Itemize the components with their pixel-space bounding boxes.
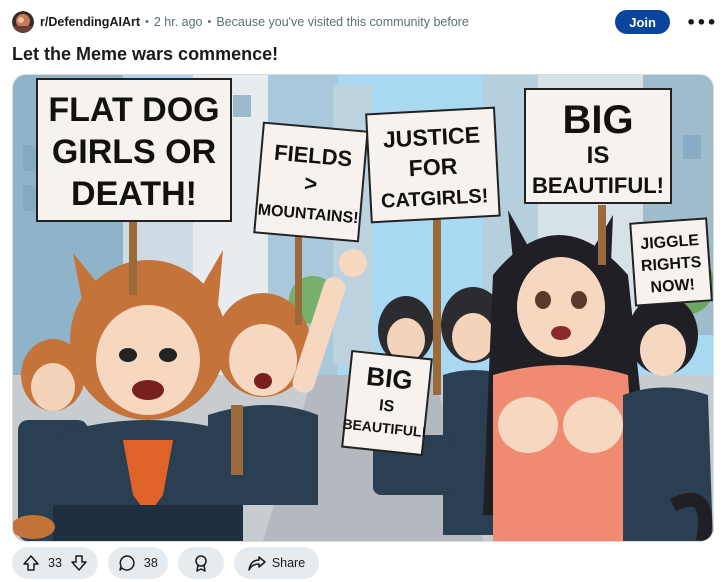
sign-line: BIG: [562, 98, 633, 142]
share-label: Share: [271, 556, 306, 570]
sign-line: IS: [587, 142, 610, 169]
recommendation-reason: Because you've visited this community be…: [216, 15, 469, 29]
sign-jiggle-rights: JIGGLE RIGHTS NOW!: [629, 217, 713, 307]
post-header: r/DefendingAIArt • 2 hr. ago • Because y…: [12, 8, 717, 36]
subreddit-avatar[interactable]: [12, 11, 34, 33]
comment-count: 38: [143, 556, 158, 570]
separator-dot: •: [145, 16, 149, 28]
separator-dot: •: [207, 16, 212, 28]
sign-flat-dog-girls: FLAT DOG GIRLS OR DEATH!: [36, 78, 232, 222]
sign-line: BIG: [365, 361, 414, 396]
sign-fields-mountains: FIELDS > MOUNTAINS!: [253, 121, 369, 243]
downvote-icon[interactable]: [70, 554, 88, 572]
share-icon: [248, 554, 266, 572]
post-meta: r/DefendingAIArt • 2 hr. ago • Because y…: [40, 15, 469, 29]
post-title[interactable]: Let the Meme wars commence!: [12, 44, 278, 65]
join-button[interactable]: Join: [615, 10, 670, 34]
sign-line: DEATH!: [71, 175, 197, 213]
comment-icon: [118, 554, 136, 572]
sign-big-is-beautiful: BIG IS BEAUTIFUL!: [524, 88, 672, 204]
award-icon: [192, 554, 210, 572]
sign-line: BEAUTIFUL!: [532, 173, 664, 198]
sign-big-is-beautiful-small: BIG IS BEAUTIFUL!: [341, 349, 433, 457]
subreddit-link[interactable]: r/DefendingAIArt: [40, 15, 140, 29]
vote-count: 33: [48, 556, 62, 570]
vote-group: 33: [12, 547, 98, 579]
award-button[interactable]: [177, 547, 224, 579]
comments-button[interactable]: 38: [107, 547, 168, 579]
sign-line: FOR: [408, 153, 458, 182]
sign-line: NOW!: [650, 276, 696, 296]
sign-line: JUSTICE: [382, 122, 480, 153]
post-actions: 33 38 Share: [12, 547, 320, 581]
sign-line: IS: [378, 397, 395, 416]
upvote-icon[interactable]: [22, 554, 40, 572]
sign-justice-catgirls: JUSTICE FOR CATGIRLS!: [365, 106, 501, 224]
post-image[interactable]: FLAT DOG GIRLS OR DEATH! FIELDS > MOUNTA…: [12, 74, 714, 542]
more-icon[interactable]: •••: [680, 10, 717, 34]
sign-line: >: [303, 170, 318, 196]
share-button[interactable]: Share: [233, 547, 320, 579]
post-age: 2 hr. ago: [153, 15, 203, 29]
sign-line: FLAT DOG: [48, 91, 219, 129]
sign-line: GIRLS OR: [52, 133, 216, 171]
